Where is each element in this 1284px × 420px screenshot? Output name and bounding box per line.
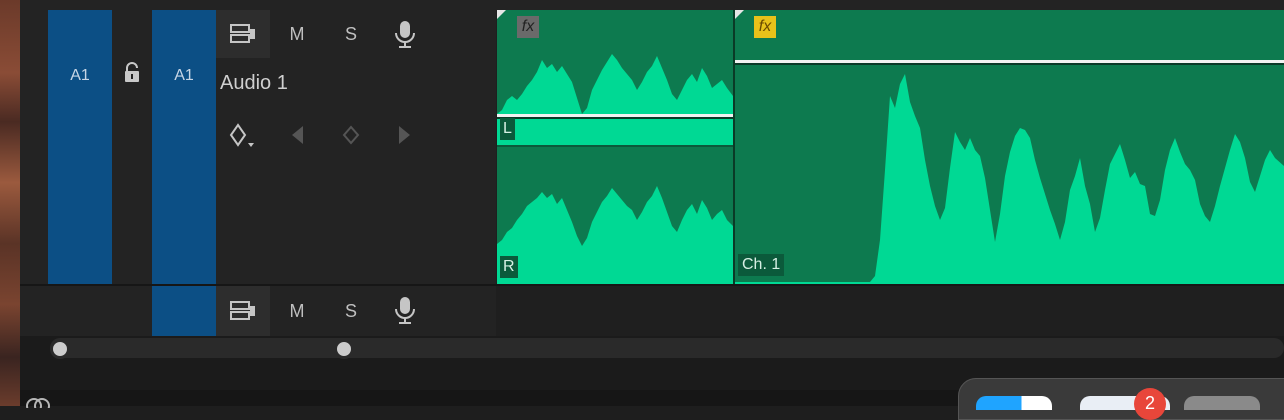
scroll-handle-right[interactable] (334, 339, 354, 359)
add-keyframe-icon[interactable] (342, 125, 360, 145)
solo-button-2[interactable]: S (336, 299, 366, 323)
scroll-handle-left[interactable] (50, 339, 70, 359)
audio-clip-1[interactable]: fx L R (497, 10, 733, 284)
horizontal-zoom-scrollbar[interactable] (50, 338, 1284, 358)
mute-button[interactable]: M (282, 22, 312, 46)
source-patch-label: A1 (70, 67, 90, 84)
previous-keyframe-icon[interactable] (290, 125, 304, 145)
lock-icon[interactable] (122, 62, 142, 84)
sync-lock-button[interactable] (216, 10, 270, 58)
sync-lock-button-2[interactable] (216, 286, 270, 336)
notification-badge: 2 (1134, 388, 1166, 420)
voiceover-record-button[interactable] (394, 20, 416, 50)
keyframe-options-button[interactable] (228, 122, 256, 150)
next-keyframe-icon[interactable] (398, 125, 412, 145)
right-channel-label: R (500, 256, 518, 278)
clip-2-corner-marker (735, 10, 744, 19)
track-name: Audio 1 (220, 72, 288, 94)
keyframe-diamond-icon (229, 123, 254, 147)
microphone-icon (395, 21, 415, 48)
sync-lock-icon (230, 24, 255, 43)
channel-label: Ch. 1 (738, 254, 785, 276)
top-edge (20, 0, 1284, 10)
clip-1-corner-marker (497, 10, 506, 19)
voiceover-record-button-2[interactable] (394, 296, 416, 326)
clip-2-waveform (735, 60, 1284, 284)
background-photo-strip (0, 0, 20, 406)
timeline-track-separator (496, 284, 1284, 286)
source-patch-a1[interactable] (48, 10, 112, 284)
track-target-a1[interactable] (152, 10, 216, 336)
sync-lock-icon (230, 301, 255, 320)
clip-1-waveform (497, 54, 733, 284)
finder-dock-icon[interactable] (976, 396, 1052, 410)
clip-1-fx-badge[interactable]: fx (517, 16, 539, 38)
dock-app-icon-3[interactable] (1184, 396, 1260, 410)
left-channel-label: L (500, 118, 515, 140)
audio-clip-2[interactable]: fx Ch. 1 (735, 10, 1284, 284)
mute-button-2[interactable]: M (282, 299, 312, 323)
microphone-icon (395, 297, 415, 324)
solo-button[interactable]: S (336, 22, 366, 46)
clip-2-fx-badge[interactable]: fx (754, 16, 776, 38)
track-target-label: A1 (174, 67, 194, 84)
